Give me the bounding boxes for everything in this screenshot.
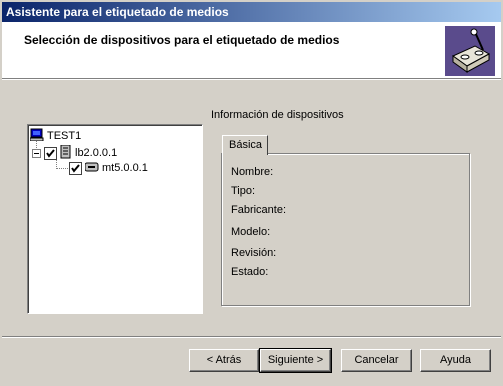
tape-drive-icon [84,162,99,175]
back-button[interactable]: < Atrás [189,349,259,372]
tab-basica-label: Básica [229,139,263,151]
collapse-toggle-icon[interactable] [32,148,41,158]
drive-checkbox[interactable] [69,161,82,175]
wizard-header: Selección de dispositivos para el etique… [2,22,501,78]
title-bar[interactable]: Asistente para el etiquetado de medios [2,2,501,22]
page-title: Selección de dispositivos para el etique… [24,33,340,47]
media-label-icon [445,26,495,76]
device-info-title: Información de dispositivos [211,109,344,121]
field-type-label: Tipo: [231,185,256,197]
wizard-window: Asistente para el etiquetado de medios S… [0,0,503,386]
help-button[interactable]: Ayuda [420,349,491,372]
window-title: Asistente para el etiquetado de medios [6,5,229,19]
tree-label-library: lb2.0.0.1 [75,147,118,159]
field-status-label: Estado: [231,266,269,278]
tree-label-drive: mt5.0.0.1 [102,162,148,174]
field-name-label: Nombre: [231,166,274,178]
footer-separator [2,336,501,338]
computer-icon [29,128,44,144]
tree-label-root: TEST1 [47,130,82,142]
tree-node-root[interactable]: TEST1 [29,128,82,144]
field-model-label: Modelo: [231,226,271,238]
cancel-button[interactable]: Cancelar [341,349,412,372]
tab-basica[interactable]: Básica [222,135,268,155]
tree-node-library[interactable]: lb2.0.0.1 [32,144,118,162]
field-manufacturer-label: Fabricante: [231,204,287,216]
tree-node-drive[interactable]: mt5.0.0.1 [69,160,148,176]
field-revision-label: Revisión: [231,247,277,259]
next-button[interactable]: Siguiente > [259,348,332,373]
tree-connector [56,168,70,169]
library-checkbox[interactable] [44,146,57,160]
tape-library-icon [60,144,72,162]
header-separator [2,78,501,80]
device-tree[interactable]: TEST1 lb2.0.0.1 mt5.0.0.1 [27,124,203,314]
